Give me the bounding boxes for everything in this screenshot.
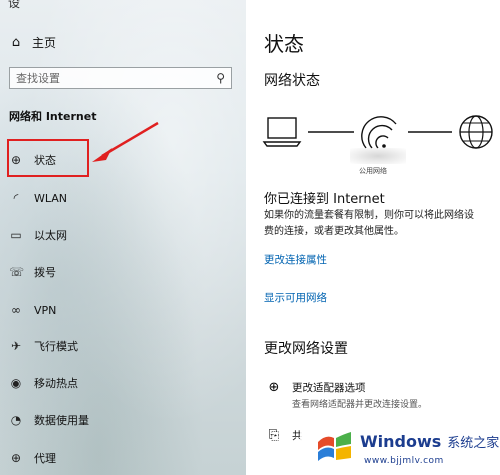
watermark-brand-en: Windows — [360, 432, 442, 451]
blurred-network-name — [350, 148, 406, 164]
change-adapter-options[interactable]: ⊕ 更改适配器选项 查看网络适配器并更改连接设置。 — [264, 380, 427, 410]
ethernet-icon: ▭ — [10, 228, 22, 242]
highlight-box — [7, 139, 89, 177]
sidebar: 设 ⌂ 主页 ⚲ 网络和 Internet ⊕ 状态 ◜ WLAN ▭ 以太网 … — [0, 0, 246, 475]
description-line-2: 费的连接，或者更改其他属性。 — [264, 226, 404, 237]
hotspot-icon: ◉ — [10, 376, 22, 390]
network-type-label: 公用网络 — [359, 167, 387, 175]
red-arrow-annotation — [92, 121, 159, 162]
data-usage-icon: ◔ — [10, 413, 22, 427]
sidebar-item-dialup[interactable]: ☏ 拨号 — [0, 257, 246, 287]
sidebar-item-proxy[interactable]: ⊕ 代理 — [0, 443, 246, 473]
watermark: Windows 系统之家 www.bjjmlv.com — [300, 420, 500, 475]
adapter-globe-icon: ⊕ — [268, 380, 280, 395]
sidebar-home[interactable]: ⌂ 主页 — [8, 34, 56, 51]
main-content: 状态 网络状态 公用网络 你已连接到 Internet 如果你的流量套餐有限制，… — [246, 0, 500, 475]
home-label: 主页 — [32, 36, 57, 50]
windows-logo-icon — [318, 432, 351, 461]
proxy-icon: ⊕ — [10, 451, 22, 465]
watermark-brand: Windows 系统之家 — [360, 432, 499, 451]
sidebar-item-label: 代理 — [34, 452, 56, 465]
watermark-brand-cn: 系统之家 — [447, 436, 500, 451]
page-title: 状态 — [264, 32, 304, 56]
laptop-icon — [262, 117, 302, 147]
watermark-url: www.bjjmlv.com — [364, 456, 444, 466]
globe-icon — [459, 115, 493, 149]
sidebar-item-label: 拨号 — [34, 266, 56, 279]
sidebar-item-ethernet[interactable]: ▭ 以太网 — [0, 220, 246, 250]
metered-description: 如果你的流量套餐有限制，则你可以将此网络设 费的连接，或者更改其他属性。 — [264, 208, 500, 240]
wifi-icon: ◜ — [13, 191, 19, 205]
sidebar-item-label: 以太网 — [34, 229, 67, 242]
sharing-options[interactable]: ⎘ 共 — [264, 428, 303, 443]
sidebar-item-airplane[interactable]: ✈ 飞行模式 — [0, 331, 246, 361]
home-icon: ⌂ — [11, 35, 21, 50]
sidebar-item-label: 飞行模式 — [34, 340, 78, 353]
sidebar-item-label: 移动热点 — [34, 377, 78, 390]
change-connection-properties-link[interactable]: 更改连接属性 — [264, 252, 327, 267]
dialup-icon: ☏ — [9, 265, 25, 279]
sharing-icon: ⎘ — [268, 428, 280, 443]
description-line-1: 如果你的流量套餐有限制，则你可以将此网络设 — [264, 210, 474, 221]
sidebar-item-vpn[interactable]: ∞ VPN — [0, 295, 246, 325]
search-icon[interactable]: ⚲ — [216, 71, 225, 85]
wifi-signal-icon — [361, 116, 397, 149]
airplane-icon: ✈ — [10, 339, 22, 353]
sidebar-item-wlan[interactable]: ◜ WLAN — [0, 183, 246, 213]
sidebar-item-label: WLAN — [34, 191, 68, 205]
connection-status-text: 你已连接到 Internet — [264, 192, 385, 207]
network-status-heading: 网络状态 — [264, 73, 320, 89]
vpn-icon: ∞ — [11, 303, 21, 317]
change-network-settings-heading: 更改网络设置 — [264, 341, 348, 357]
search-input[interactable] — [16, 71, 196, 85]
top-cut-text: 设 — [8, 0, 21, 10]
search-box[interactable]: ⚲ — [9, 67, 232, 89]
section-title: 网络和 Internet — [9, 110, 97, 123]
sidebar-item-data-usage[interactable]: ◔ 数据使用量 — [0, 405, 246, 435]
option-subtitle: 查看网络适配器并更改连接设置。 — [292, 400, 428, 410]
option-title: 更改适配器选项 — [292, 382, 366, 394]
sidebar-item-label: 数据使用量 — [34, 414, 89, 427]
sidebar-item-hotspot[interactable]: ◉ 移动热点 — [0, 368, 246, 398]
sidebar-item-label: VPN — [34, 303, 57, 317]
show-available-networks-link[interactable]: 显示可用网络 — [264, 290, 327, 305]
